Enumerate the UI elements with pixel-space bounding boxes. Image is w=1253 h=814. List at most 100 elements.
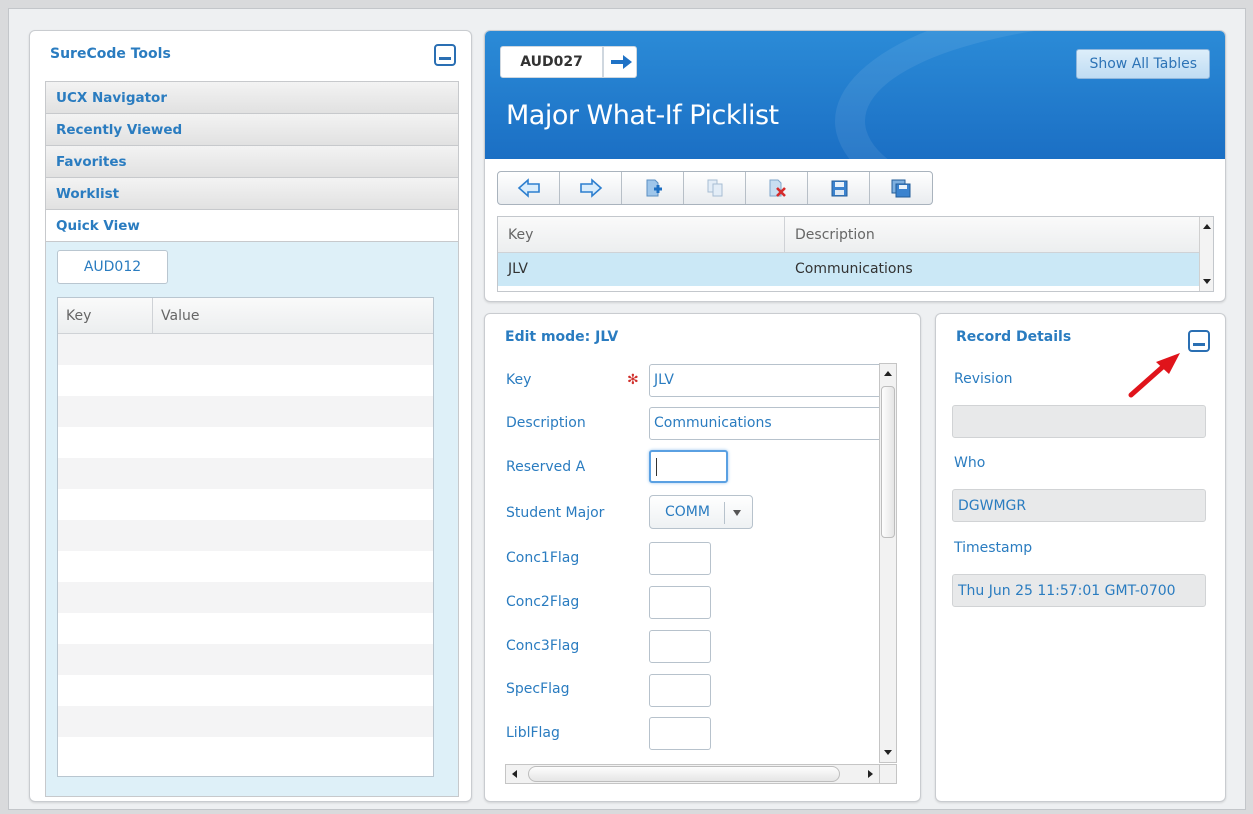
records-grid: Key Description JLV Communications <box>497 216 1214 292</box>
surecode-tools-panel: SureCode Tools UCX Navigator Recently Vi… <box>29 30 472 802</box>
student-major-label: Student Major <box>506 505 605 521</box>
conc1flag-label: Conc1Flag <box>506 550 580 566</box>
arrow-right-icon <box>611 55 632 69</box>
table-row <box>58 675 433 706</box>
delete-record-button[interactable] <box>746 172 808 204</box>
quick-view-body: AUD012 Key Value <box>45 241 459 797</box>
column-header-description[interactable]: Description <box>785 217 885 252</box>
minimize-icon[interactable] <box>434 44 456 66</box>
save-button[interactable] <box>808 172 870 204</box>
surecode-tools-title: SureCode Tools <box>50 46 171 62</box>
quick-view-tab[interactable]: AUD012 <box>57 250 168 284</box>
revision-field <box>952 405 1206 438</box>
column-header-value[interactable]: Value <box>153 298 207 333</box>
scrollbar-corner <box>879 764 897 784</box>
liblflag-input[interactable] <box>649 717 711 750</box>
annotation-arrow-icon <box>1128 353 1180 398</box>
record-toolbar <box>497 171 933 205</box>
required-asterisk-icon: ✻ <box>627 372 639 388</box>
liblflag-label: LiblFlag <box>506 725 560 741</box>
edit-horizontal-scrollbar[interactable] <box>505 764 880 784</box>
scroll-left-icon[interactable] <box>512 770 517 778</box>
minimize-icon[interactable] <box>1188 330 1210 352</box>
key-input[interactable]: JLV <box>649 364 889 397</box>
scroll-down-icon[interactable] <box>1203 279 1211 284</box>
chevron-down-icon <box>733 510 741 516</box>
save-all-icon <box>891 179 911 198</box>
copy-record-icon <box>707 179 722 197</box>
accordion-recently-viewed[interactable]: Recently Viewed <box>45 113 459 145</box>
record-details-title: Record Details <box>956 329 1072 345</box>
timestamp-field: Thu Jun 25 11:57:01 GMT-0700 <box>952 574 1206 607</box>
key-label: Key <box>506 372 532 388</box>
who-label: Who <box>954 455 986 471</box>
edit-vertical-scrollbar[interactable] <box>879 363 897 763</box>
quick-view-grid-header: Key Value <box>58 298 433 334</box>
student-major-select[interactable]: COMM <box>649 495 753 529</box>
conc1flag-input[interactable] <box>649 542 711 575</box>
back-button[interactable] <box>498 172 560 204</box>
reserved-a-input[interactable] <box>649 450 728 483</box>
scroll-thumb[interactable] <box>528 766 840 782</box>
page-title: Major What-If Picklist <box>506 100 779 131</box>
edit-mode-title: Edit mode: JLV <box>505 329 619 345</box>
edit-panel: Edit mode: JLV Key ✻ JLV Description Com… <box>484 313 921 802</box>
conc2flag-label: Conc2Flag <box>506 594 580 610</box>
add-record-icon <box>646 179 662 197</box>
header-banner: AUD027 Major What-If Picklist Show All T… <box>485 31 1225 159</box>
records-grid-scrollbar[interactable] <box>1199 217 1213 291</box>
table-row <box>58 706 433 737</box>
show-all-tables-button[interactable]: Show All Tables <box>1076 49 1210 79</box>
row-key-cell: JLV <box>508 261 528 277</box>
scroll-thumb[interactable] <box>881 386 895 538</box>
save-all-button[interactable] <box>870 172 932 204</box>
back-arrow-icon <box>517 178 540 198</box>
quick-view-grid: Key Value <box>57 297 434 777</box>
scroll-right-icon[interactable] <box>868 770 873 778</box>
records-grid-header: Key Description <box>498 217 1213 253</box>
table-row <box>58 427 433 458</box>
row-description-cell: Communications <box>795 261 913 277</box>
conc2flag-input[interactable] <box>649 586 711 619</box>
tools-accordion: UCX Navigator Recently Viewed Favorites … <box>45 81 459 797</box>
timestamp-label: Timestamp <box>954 540 1033 556</box>
table-header-panel: AUD027 Major What-If Picklist Show All T… <box>484 30 1226 302</box>
table-row <box>58 458 433 489</box>
add-record-button[interactable] <box>622 172 684 204</box>
description-input[interactable]: Communications <box>649 407 889 440</box>
who-field: DGWMGR <box>952 489 1206 522</box>
table-row <box>58 582 433 613</box>
accordion-worklist[interactable]: Worklist <box>45 177 459 209</box>
specflag-label: SpecFlag <box>506 681 570 697</box>
reserved-a-label: Reserved A <box>506 459 586 475</box>
column-header-key[interactable]: Key <box>58 298 153 333</box>
conc3flag-input[interactable] <box>649 630 711 663</box>
student-major-value: COMM <box>665 504 710 520</box>
table-row <box>58 334 433 365</box>
column-header-key[interactable]: Key <box>498 217 785 252</box>
revision-label: Revision <box>954 371 1013 387</box>
description-label: Description <box>506 415 586 431</box>
specflag-input[interactable] <box>649 674 711 707</box>
scroll-up-icon[interactable] <box>1203 224 1211 229</box>
accordion-favorites[interactable]: Favorites <box>45 145 459 177</box>
table-row <box>58 489 433 520</box>
go-arrow-button[interactable] <box>603 46 637 78</box>
delete-record-icon <box>769 179 786 197</box>
save-icon <box>831 180 847 197</box>
accordion-quick-view[interactable]: Quick View <box>45 209 459 241</box>
table-row <box>58 737 433 768</box>
table-row <box>58 365 433 396</box>
copy-record-button[interactable] <box>684 172 746 204</box>
forward-button[interactable] <box>560 172 622 204</box>
table-row <box>58 644 433 675</box>
table-row <box>58 551 433 582</box>
scroll-down-icon[interactable] <box>884 750 892 755</box>
scroll-up-icon[interactable] <box>884 371 892 376</box>
accordion-ucx-navigator[interactable]: UCX Navigator <box>45 81 459 113</box>
select-divider <box>724 502 725 524</box>
table-row[interactable]: JLV Communications <box>498 253 1213 286</box>
forward-arrow-icon <box>579 178 602 198</box>
table-row <box>58 396 433 427</box>
table-code-input[interactable]: AUD027 <box>500 46 603 78</box>
